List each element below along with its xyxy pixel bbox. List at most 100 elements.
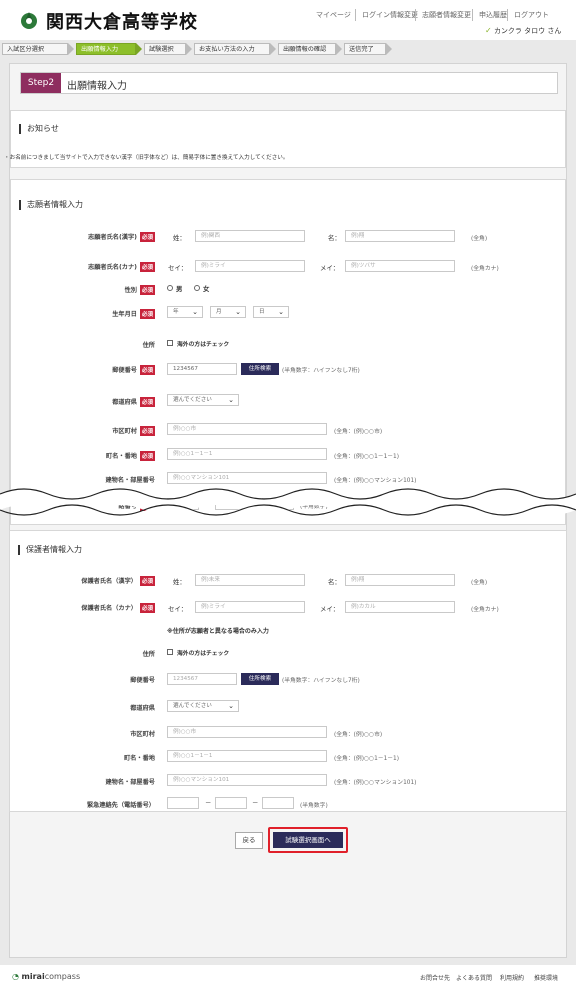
emergency-dash-1: － (205, 799, 212, 807)
applicant-mei-input[interactable]: 例)翔 (345, 230, 455, 242)
site-footer: ◔ miraicompass お問合せ先 よくある質問 利用規約 推奨環境 (0, 965, 576, 988)
crumb-application-info: 出願情報入力 (76, 43, 136, 55)
mei-kana-label: メイ： (320, 264, 340, 272)
overseas-checkbox[interactable] (167, 340, 173, 346)
leaf-icon: ✓ (485, 26, 492, 35)
guardian-kana-note: (全角カナ) (471, 607, 499, 613)
user-greeting: ✓ カンクラ タロウ さん (485, 26, 561, 36)
school-logo-icon (21, 12, 37, 29)
street-input[interactable]: 例)○○1－1－1 (167, 448, 327, 460)
guardian-city-note: (全角：(例)○○市) (334, 732, 383, 738)
name-kanji-label: 志願者氏名(漢字) 必須 (88, 232, 155, 242)
applicant-sei-input[interactable]: 例)関西 (195, 230, 305, 242)
guardian-street-input[interactable]: 例)○○1－1－1 (167, 750, 327, 762)
crumb-payment: お支払い方法の入力 (194, 43, 270, 55)
guardian-address-search-button[interactable]: 住所検索 (241, 673, 279, 685)
step-tag: Step2 (21, 73, 61, 93)
page-title: 出願情報入力 (67, 81, 127, 92)
notice-title: お知らせ (19, 124, 59, 134)
birth-year-select[interactable]: 年 ⌄ (167, 306, 203, 318)
guardian-city-label: 市区町村 (130, 731, 155, 738)
address-search-button[interactable]: 住所検索 (241, 363, 279, 375)
footer-faq-link[interactable]: よくある質問 (456, 973, 492, 982)
chevron-down-icon: ⌄ (192, 308, 198, 316)
step-header: Step2 出願情報入力 (20, 72, 558, 94)
emergency-phone-note: (半角数字) (300, 803, 328, 809)
prefecture-select[interactable]: 選んでください ⌄ (167, 394, 239, 406)
guardian-building-note: (全角：(例)○○マンション101) (334, 780, 417, 786)
guardian-sei-label: 姓： (173, 578, 186, 586)
guardian-title: 保護者情報入力 (18, 545, 82, 555)
guardian-postal-input[interactable]: 1234567 (167, 673, 237, 685)
applicant-mei-kana-input[interactable]: 例)ツバサ (345, 260, 455, 272)
guardian-sei-kana-input[interactable]: 例)ミライ (195, 601, 305, 613)
city-input[interactable]: 例)○○市 (167, 423, 327, 435)
emergency-phone-input-2[interactable] (215, 797, 247, 809)
guardian-overseas-check-label: 海外の方はチェック (177, 651, 230, 657)
crumb-complete: 送信完了 (344, 43, 386, 55)
guardian-name-kanji-label: 保護者氏名（漢字） 必須 (81, 576, 155, 586)
guardian-zenkaku-note: (全角) (471, 580, 488, 586)
guardian-building-label: 建物名・部屋番号 (105, 779, 156, 786)
emergency-phone-label: 緊急連絡先（電話番号） (86, 802, 155, 809)
site-header: 関西大倉高等学校 マイページ ログイン情報変更 志願者情報変更 申込履歴 ログア… (0, 0, 576, 40)
birth-month-select[interactable]: 月 ⌄ (210, 306, 246, 318)
applicant-sei-kana-input[interactable]: 例)ミライ (195, 260, 305, 272)
guardian-prefecture-select[interactable]: 選んでください ⌄ (167, 700, 239, 712)
building-input[interactable]: 例)○○マンション101 (167, 472, 327, 484)
next-button[interactable]: 試験選択画面へ (273, 832, 343, 848)
nav-logout[interactable]: ログアウト (507, 9, 555, 21)
nav-login-info[interactable]: ログイン情報変更 (355, 9, 424, 21)
crumb-arrow-icon (336, 43, 342, 55)
mei-label: 名： (328, 234, 341, 242)
compass-icon: ◔ (12, 972, 19, 981)
postal-input[interactable]: 1234567 (167, 363, 237, 375)
miraicompass-logo: ◔ miraicompass (12, 972, 81, 981)
guardian-mei-label: 名： (328, 578, 341, 586)
guardian-postal-label: 郵便番号 (130, 677, 155, 684)
address-diff-note: ※住所が志願者と異なる場合のみ入力 (167, 628, 269, 635)
next-button-highlight: 試験選択画面へ (268, 827, 348, 853)
gender-male-radio[interactable] (167, 285, 173, 291)
school-name: 関西大倉高等学校 (46, 12, 198, 33)
back-button[interactable]: 戻る (235, 832, 263, 849)
guardian-city-input[interactable]: 例)○○市 (167, 726, 327, 738)
crumb-arrow-icon (136, 43, 142, 55)
address-label: 住所 (142, 342, 155, 349)
overseas-check-label: 海外の方はチェック (177, 342, 230, 348)
name-kana-label: 志願者氏名(カナ) 必須 (88, 262, 155, 272)
gender-female-label: 女 (203, 285, 210, 293)
footer-env-link[interactable]: 推奨環境 (534, 973, 558, 982)
sei-label: 姓： (173, 234, 186, 242)
prefecture-label: 都道府県 必須 (112, 397, 155, 407)
guardian-mei-kana-input[interactable]: 例)カカル (345, 601, 455, 613)
emergency-phone-input-1[interactable] (167, 797, 199, 809)
guardian-overseas-checkbox[interactable] (167, 649, 173, 655)
birth-label: 生年月日 必須 (112, 309, 155, 319)
chevron-down-icon: ⌄ (228, 702, 234, 710)
crumb-confirm: 出願情報の確認 (278, 43, 336, 55)
footer-terms-link[interactable]: 利用規約 (500, 973, 524, 982)
birth-day-select[interactable]: 日 ⌄ (253, 306, 289, 318)
notice-text: ・お名前につきまして当サイトで入力できない漢字（旧字体など）は、簡易字体に置き換… (4, 155, 289, 161)
nav-applicant-info[interactable]: 志願者情報変更 (415, 9, 477, 21)
city-note: (全角：(例)○○市) (334, 429, 383, 435)
guardian-sei-kana-label: セイ： (168, 605, 188, 613)
guardian-mei-input[interactable]: 例)翔 (345, 574, 455, 586)
nav-mypage[interactable]: マイページ (310, 9, 357, 21)
street-label: 町名・番地 必須 (106, 451, 155, 461)
street-note: (全角：(例)○○1－1－1) (334, 454, 400, 460)
emergency-phone-input-3[interactable] (262, 797, 294, 809)
gender-female-radio[interactable] (194, 285, 200, 291)
guardian-mei-kana-label: メイ： (320, 605, 340, 613)
sei-kana-label: セイ： (168, 264, 188, 272)
guardian-sei-input[interactable]: 例)未来 (195, 574, 305, 586)
crumb-exam-select: 試験選択 (144, 43, 186, 55)
postal-note: (半角数字：ハイフンなし7桁) (282, 368, 360, 374)
guardian-address-label: 住所 (142, 651, 155, 658)
crumb-exam-type: 入試区分選択 (2, 43, 68, 55)
guardian-building-input[interactable]: 例)○○マンション101 (167, 774, 327, 786)
chevron-down-icon: ⌄ (235, 308, 241, 316)
crumb-arrow-icon (270, 43, 276, 55)
footer-contact-link[interactable]: お問合せ先 (420, 973, 450, 982)
